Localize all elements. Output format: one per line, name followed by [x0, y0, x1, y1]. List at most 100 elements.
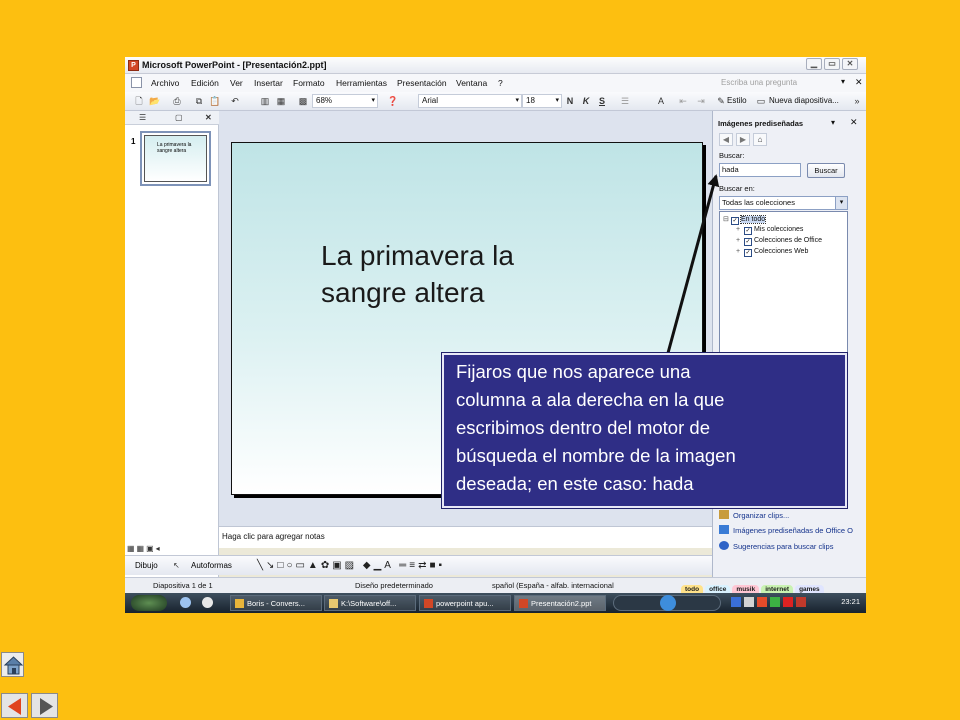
forward-icon[interactable]: ▶: [736, 133, 750, 146]
taskbar-item[interactable]: powerpoint apu...: [419, 595, 511, 611]
next-slide-button[interactable]: [31, 693, 58, 718]
previous-slide-button[interactable]: [1, 693, 28, 718]
maximize-button[interactable]: ▭: [824, 58, 840, 70]
new-slide-icon[interactable]: ▭: [755, 95, 767, 107]
menu-help[interactable]: ?: [498, 78, 503, 88]
tab-outline[interactable]: ☰: [139, 113, 146, 122]
tray-icon[interactable]: [731, 597, 741, 607]
menu-formato[interactable]: Formato: [293, 78, 325, 88]
chat-icon: [235, 599, 244, 608]
tray-icon[interactable]: [770, 597, 780, 607]
expand-icon[interactable]: +: [736, 226, 744, 233]
home-icon[interactable]: ⌂: [753, 133, 767, 146]
bold-button[interactable]: N: [564, 95, 576, 107]
numbering-icon[interactable]: ☰: [619, 95, 631, 107]
checkbox[interactable]: ✓: [744, 227, 752, 235]
home-icon: [3, 656, 24, 675]
media-player-controls[interactable]: [613, 595, 721, 611]
organize-clips-link[interactable]: Organizar clips...: [719, 510, 789, 520]
new-slide-button[interactable]: Nueva diapositiva...: [769, 96, 839, 105]
minimize-button[interactable]: ▁: [806, 58, 822, 70]
tray-icon[interactable]: [744, 597, 754, 607]
italic-button[interactable]: K: [580, 95, 592, 107]
design-icon[interactable]: ✎: [715, 95, 727, 107]
font-size-select[interactable]: 18 ▾: [522, 94, 562, 108]
search-tips-link[interactable]: Sugerencias para buscar clips: [719, 541, 833, 551]
font-grow-icon[interactable]: A: [655, 95, 667, 107]
document-close-icon[interactable]: ✕: [855, 77, 863, 88]
menu-presentacion[interactable]: Presentación: [397, 78, 447, 88]
tree-item-mis-colecciones[interactable]: + ✓ Mis colecciones: [736, 226, 803, 235]
autoshapes-button[interactable]: Autoformas: [191, 561, 232, 570]
taskbar-item-active[interactable]: Presentación2.ppt: [514, 595, 606, 611]
powerpoint-app-icon[interactable]: P: [128, 60, 139, 71]
document-icon[interactable]: [131, 77, 142, 88]
ask-dropdown-icon[interactable]: ▾: [841, 77, 845, 86]
play-icon[interactable]: [660, 595, 676, 611]
underline-button[interactable]: S: [596, 95, 608, 107]
tray-icon[interactable]: [783, 597, 793, 607]
pane-close-icon[interactable]: ✕: [205, 113, 212, 122]
search-in-select[interactable]: Todas las colecciones ▾: [719, 196, 848, 210]
outdent-icon[interactable]: ⇥: [695, 95, 707, 107]
menu-insertar[interactable]: Insertar: [254, 78, 283, 88]
draw-menu-button[interactable]: Dibujo: [135, 561, 158, 570]
tree-item-colecciones-web[interactable]: + ✓ Colecciones Web: [736, 248, 808, 257]
undo-icon[interactable]: ↶: [229, 95, 241, 107]
help-icon: [719, 541, 729, 550]
tree-item-colecciones-office[interactable]: + ✓ Colecciones de Office: [736, 237, 822, 246]
tree-item-en-todo[interactable]: ⊟ ✓ En todo: [723, 215, 767, 225]
collapse-icon[interactable]: ⊟: [723, 215, 731, 223]
font-select[interactable]: Arial ▾: [418, 94, 522, 108]
slide-title[interactable]: La primavera la sangre altera: [321, 237, 514, 311]
menu-herramientas[interactable]: Herramientas: [336, 78, 387, 88]
shape-tools[interactable]: ╲↘□○▭▲✿▣▨ ◆▁A ═≡⇄■▪: [257, 560, 445, 571]
menu-edicion[interactable]: Edición: [191, 78, 219, 88]
tray-icon[interactable]: [757, 597, 767, 607]
taskbar-item[interactable]: K:\Software\off...: [324, 595, 416, 611]
menu-ventana[interactable]: Ventana: [456, 78, 487, 88]
chevron-down-icon[interactable]: ▾: [835, 197, 847, 209]
ie-icon[interactable]: [180, 597, 191, 608]
open-icon[interactable]: 📂: [149, 95, 161, 107]
task-pane-menu-icon[interactable]: ▾: [831, 118, 835, 127]
grid-icon[interactable]: ▩: [297, 95, 309, 107]
print-icon[interactable]: ⎙: [171, 95, 183, 107]
media-icon[interactable]: [202, 597, 213, 608]
tray-icon[interactable]: [796, 597, 806, 607]
search-input[interactable]: hada: [719, 163, 801, 177]
link-label: Sugerencias para buscar clips: [733, 542, 834, 551]
indent-icon[interactable]: ⇤: [677, 95, 689, 107]
menu-archivo[interactable]: Archivo: [151, 78, 179, 88]
notes-pane[interactable]: Haga clic para agregar notas: [219, 526, 712, 548]
view-buttons[interactable]: ▦▦▣◂: [125, 544, 162, 553]
select-pointer-icon[interactable]: ↖: [173, 561, 180, 570]
back-icon[interactable]: ◀: [719, 133, 733, 146]
checkbox[interactable]: ✓: [744, 238, 752, 246]
slide-thumbnail[interactable]: La primavera la sangre altera: [140, 131, 211, 186]
new-icon[interactable]: 🗋: [133, 95, 145, 107]
menu-ver[interactable]: Ver: [230, 78, 243, 88]
ask-question-input[interactable]: Escriba una pregunta: [721, 78, 797, 87]
tab-slides[interactable]: ▢: [175, 113, 183, 122]
close-button[interactable]: ✕: [842, 58, 858, 70]
paste-icon[interactable]: 📋: [209, 95, 221, 107]
search-button[interactable]: Buscar: [807, 163, 845, 178]
expand-icon[interactable]: +: [736, 248, 744, 255]
help-icon[interactable]: ❓: [387, 95, 399, 107]
toolbar-options-icon[interactable]: »: [851, 95, 863, 107]
start-button[interactable]: [131, 595, 167, 611]
copy-icon[interactable]: ⧉: [193, 95, 205, 107]
expand-icon[interactable]: +: [736, 237, 744, 244]
task-pane-close-icon[interactable]: ✕: [850, 117, 858, 128]
table-icon[interactable]: ▦: [275, 95, 287, 107]
office-online-link[interactable]: Imágenes prediseñadas de Office O: [719, 525, 853, 535]
zoom-select[interactable]: 68% ▾: [312, 94, 378, 108]
home-button[interactable]: [1, 652, 24, 677]
chevron-down-icon: ▾: [515, 97, 519, 104]
taskbar-item[interactable]: Boris - Convers...: [230, 595, 322, 611]
checkbox[interactable]: ✓: [731, 217, 739, 225]
chart-icon[interactable]: ▥: [259, 95, 271, 107]
checkbox[interactable]: ✓: [744, 249, 752, 257]
design-button[interactable]: Estilo: [727, 96, 747, 105]
